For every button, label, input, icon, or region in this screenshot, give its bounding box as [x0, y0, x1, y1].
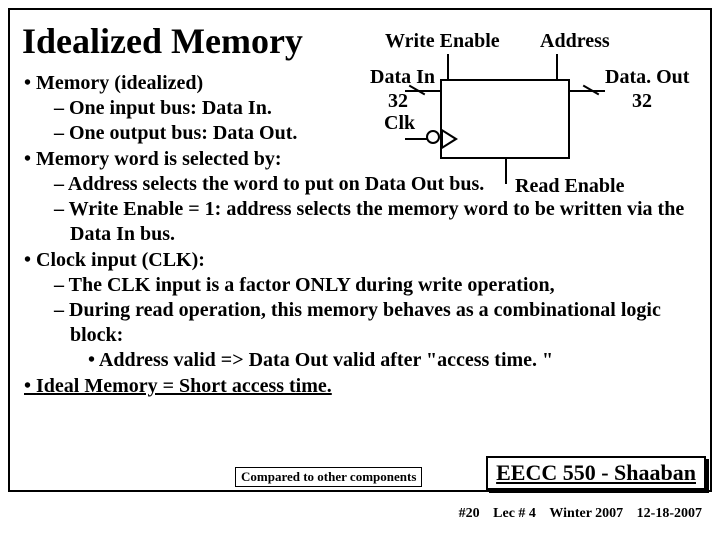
address-label: Address	[540, 30, 610, 53]
bullet-2: Memory word is selected by:	[24, 147, 700, 172]
bullet-1b: One output bus: Data Out.	[24, 121, 700, 146]
bullet-2a: Address selects the word to put on Data …	[24, 172, 700, 197]
bullet-1: Memory (idealized)	[24, 71, 700, 96]
write-enable-label: Write Enable	[385, 30, 500, 53]
compared-note: Compared to other components	[235, 467, 422, 487]
bullet-3: Clock input (CLK):	[24, 248, 700, 273]
slide-number: #20	[459, 506, 480, 521]
bullet-3a: The CLK input is a factor ONLY during wr…	[24, 273, 700, 298]
date: 12-18-2007	[637, 506, 702, 521]
body-content: Memory (idealized) One input bus: Data I…	[24, 70, 700, 399]
term: Winter 2007	[549, 506, 623, 521]
bullet-2b: Write Enable = 1: address selects the me…	[24, 197, 700, 247]
slide-title: Idealized Memory	[22, 20, 303, 62]
lecture-number: Lec # 4	[493, 506, 536, 521]
course-footer-box: EECC 550 - Shaaban	[486, 456, 706, 490]
clk-invert-bubble	[426, 130, 440, 144]
bullet-3b1: Address valid => Data Out valid after "a…	[24, 348, 700, 373]
footer-meta: #20 Lec # 4 Winter 2007 12-18-2007	[449, 506, 702, 522]
bullet-1a: One input bus: Data In.	[24, 96, 700, 121]
bullet-3b: During read operation, this memory behav…	[24, 298, 700, 348]
bullet-4: Ideal Memory = Short access time.	[24, 374, 700, 399]
